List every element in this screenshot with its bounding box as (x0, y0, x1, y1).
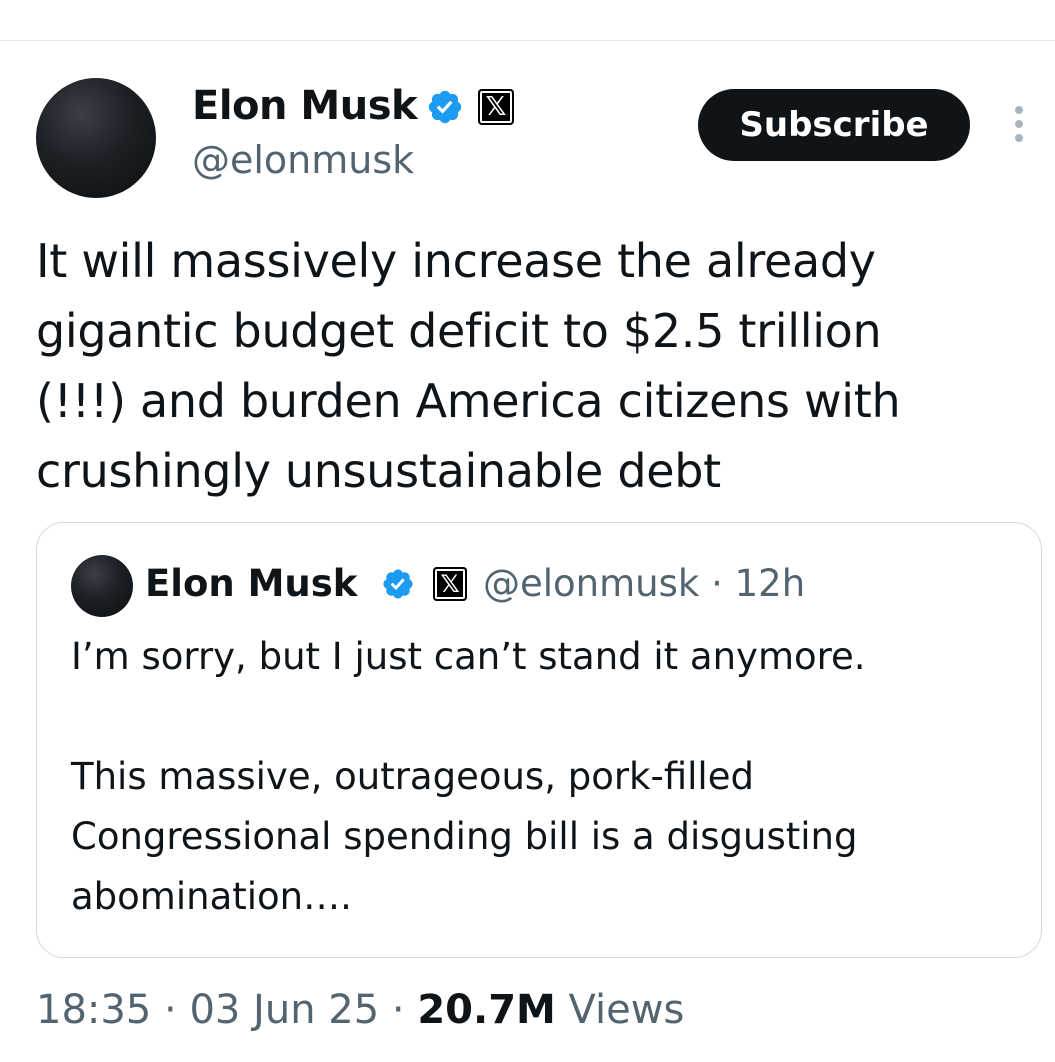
views-count[interactable]: 20.7M (417, 987, 556, 1033)
x-logo-icon: 𝕏 (478, 89, 514, 125)
more-vertical-icon[interactable] (1010, 106, 1028, 146)
quoted-meta: @elonmusk · 12h (483, 559, 805, 609)
meta-separator: · (151, 987, 190, 1033)
quoted-author-handle: @elonmusk (483, 562, 700, 605)
meta-separator: · (379, 987, 418, 1033)
tweet-metadata: 18:35 · 03 Jun 25 · 20.7M Views (36, 984, 684, 1036)
quoted-tweet-card[interactable]: Elon Musk 𝕏 @elonmusk · 12h I’m sorry, b… (36, 522, 1042, 958)
quoted-author-name: Elon Musk (145, 562, 358, 605)
verified-badge-icon (428, 90, 462, 124)
quoted-tweet-text: I’m sorry, but I just can’t stand it any… (71, 635, 866, 918)
quoted-author-avatar (71, 555, 133, 617)
tweet-time[interactable]: 18:35 (36, 987, 151, 1033)
subscribe-button[interactable]: Subscribe (698, 89, 970, 161)
author-avatar[interactable] (36, 78, 156, 198)
quoted-timestamp: 12h (734, 562, 806, 605)
author-handle[interactable]: @elonmusk (192, 136, 414, 184)
views-label[interactable]: Views (556, 987, 685, 1033)
quoted-meta-separator: · (699, 562, 735, 605)
top-divider (0, 40, 1055, 41)
tweet-date[interactable]: 03 Jun 25 (189, 987, 379, 1033)
author-name[interactable]: Elon Musk (192, 80, 418, 132)
quoted-x-logo-icon: 𝕏 (433, 567, 467, 601)
quoted-verified-badge-icon (383, 569, 413, 599)
tweet-text: It will massively increase the already g… (36, 234, 901, 498)
